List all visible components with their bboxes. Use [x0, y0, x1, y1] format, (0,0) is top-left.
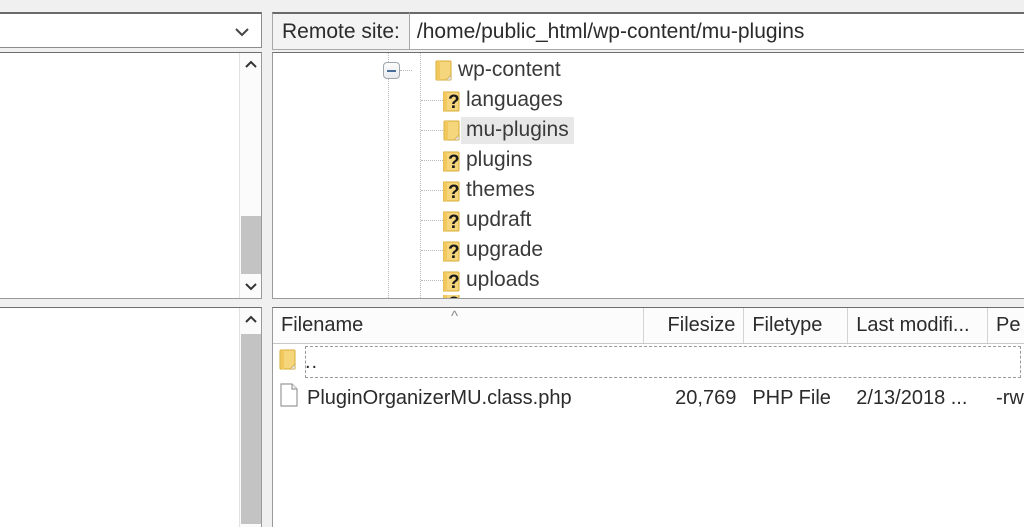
column-header-label: Filetype [752, 313, 823, 336]
tree-node-wp-content[interactable]: wp-content [411, 55, 566, 85]
svg-text:?: ? [448, 152, 460, 172]
column-header-label: Filename [281, 313, 364, 336]
column-header-filesize[interactable]: Filesize [644, 308, 745, 343]
column-header-label: Last modifi... [856, 313, 970, 336]
column-header-filename[interactable]: Filename ^ [273, 308, 645, 343]
remote-site-bar: Remote site: /home/public_html/wp-conten… [272, 12, 1024, 50]
remote-file-list-panel[interactable]: Filename ^ Filesize Filetype Last modifi… [272, 307, 1024, 527]
local-directory-tree-panel[interactable] [0, 52, 262, 299]
file-type: PHP File [752, 386, 831, 409]
remote-directory-tree[interactable]: wp-content ? languages mu-plugins ? plug… [273, 53, 1024, 298]
scrollbar-thumb[interactable] [241, 334, 261, 524]
tree-node-label: themes [466, 177, 535, 201]
tree-node-label: wp-content [458, 57, 561, 81]
tree-node-label: upgrade [466, 237, 544, 261]
chevron-down-icon[interactable] [233, 23, 251, 41]
sort-ascending-icon: ^ [451, 308, 459, 325]
table-row[interactable]: PluginOrganizerMU.class.php 20,769 PHP F… [273, 380, 1024, 416]
folder-unknown-icon: ? [442, 270, 461, 293]
file-icon [279, 383, 299, 413]
tree-node-mu-plugins[interactable]: mu-plugins [443, 115, 574, 145]
tree-node-languages[interactable]: ? languages [442, 85, 568, 115]
folder-unknown-icon: ? [442, 180, 461, 203]
tree-elbow [421, 280, 443, 281]
file-list-header: Filename ^ Filesize Filetype Last modifi… [273, 308, 1024, 344]
tree-elbow [421, 160, 443, 161]
tree-elbow [421, 220, 443, 221]
filezilla-window: Remote site: /home/public_html/wp-conten… [0, 0, 1024, 527]
file-size: 20,769 [675, 386, 737, 409]
remote-directory-tree-panel[interactable]: wp-content ? languages mu-plugins ? plug… [272, 52, 1024, 299]
tree-node-label: plugins [466, 147, 533, 171]
svg-text:?: ? [448, 242, 460, 262]
svg-text:?: ? [448, 295, 460, 299]
remote-site-path-input[interactable]: /home/public_html/wp-content/mu-plugins [409, 12, 1024, 50]
column-header-label: Filesize [667, 313, 736, 336]
column-header-label: Pe [996, 313, 1021, 336]
column-header-last-modified[interactable]: Last modifi... [848, 308, 989, 343]
tree-node-label: uploads [466, 267, 540, 291]
tree-node-plugins[interactable]: ? plugins [442, 145, 538, 175]
svg-text:?: ? [448, 212, 460, 232]
folder-icon [279, 349, 297, 376]
tree-node-label: updraft [466, 207, 532, 231]
table-row[interactable]: .. [273, 344, 1024, 380]
file-name: .. [305, 350, 319, 373]
tree-elbow [400, 70, 412, 71]
folder-icon [443, 120, 461, 141]
scrollbar-thumb[interactable] [241, 216, 261, 274]
tree-node-label: languages [466, 87, 563, 111]
folder-unknown-icon: ? [443, 295, 461, 299]
svg-text:?: ? [448, 182, 460, 202]
folder-unknown-icon: ? [442, 210, 461, 233]
tree-node-themes[interactable]: ? themes [442, 175, 540, 205]
tree-node-upgrade[interactable]: ? upgrade [442, 235, 548, 265]
column-header-filetype[interactable]: Filetype [744, 308, 849, 343]
file-permissions: -rw [996, 386, 1024, 409]
tree-node-uploads[interactable]: ? uploads [442, 265, 545, 295]
tree-node-updraft[interactable]: ? updraft [442, 205, 536, 235]
tree-guide-line [420, 53, 421, 298]
svg-text:?: ? [448, 92, 460, 112]
remote-site-label: Remote site: [272, 12, 410, 50]
local-tree-scrollbar[interactable] [239, 53, 261, 298]
tree-elbow [421, 100, 443, 101]
tree-guide-line [388, 53, 389, 298]
focus-rectangle [305, 346, 1021, 378]
tree-node-label: mu-plugins [461, 116, 574, 144]
local-file-scrollbar[interactable] [239, 308, 261, 527]
column-header-permissions[interactable]: Pe [988, 308, 1024, 343]
tree-node-partial[interactable]: ? [443, 295, 471, 299]
local-site-combo[interactable] [0, 12, 262, 48]
tree-elbow [421, 250, 443, 251]
folder-unknown-icon: ? [442, 90, 461, 113]
local-file-list-panel[interactable] [0, 307, 262, 527]
tree-elbow [421, 130, 443, 131]
scroll-up-icon[interactable] [240, 308, 261, 332]
scroll-up-icon[interactable] [240, 53, 261, 77]
folder-icon [435, 60, 453, 81]
collapse-minus-icon[interactable] [383, 62, 400, 79]
folder-unknown-icon: ? [442, 240, 461, 263]
svg-text:?: ? [448, 272, 460, 292]
tree-elbow [421, 190, 443, 191]
file-modified: 2/13/2018 ... [856, 386, 968, 409]
file-name: PluginOrganizerMU.class.php [307, 386, 572, 409]
scroll-down-icon[interactable] [240, 274, 261, 298]
folder-unknown-icon: ? [442, 150, 461, 173]
